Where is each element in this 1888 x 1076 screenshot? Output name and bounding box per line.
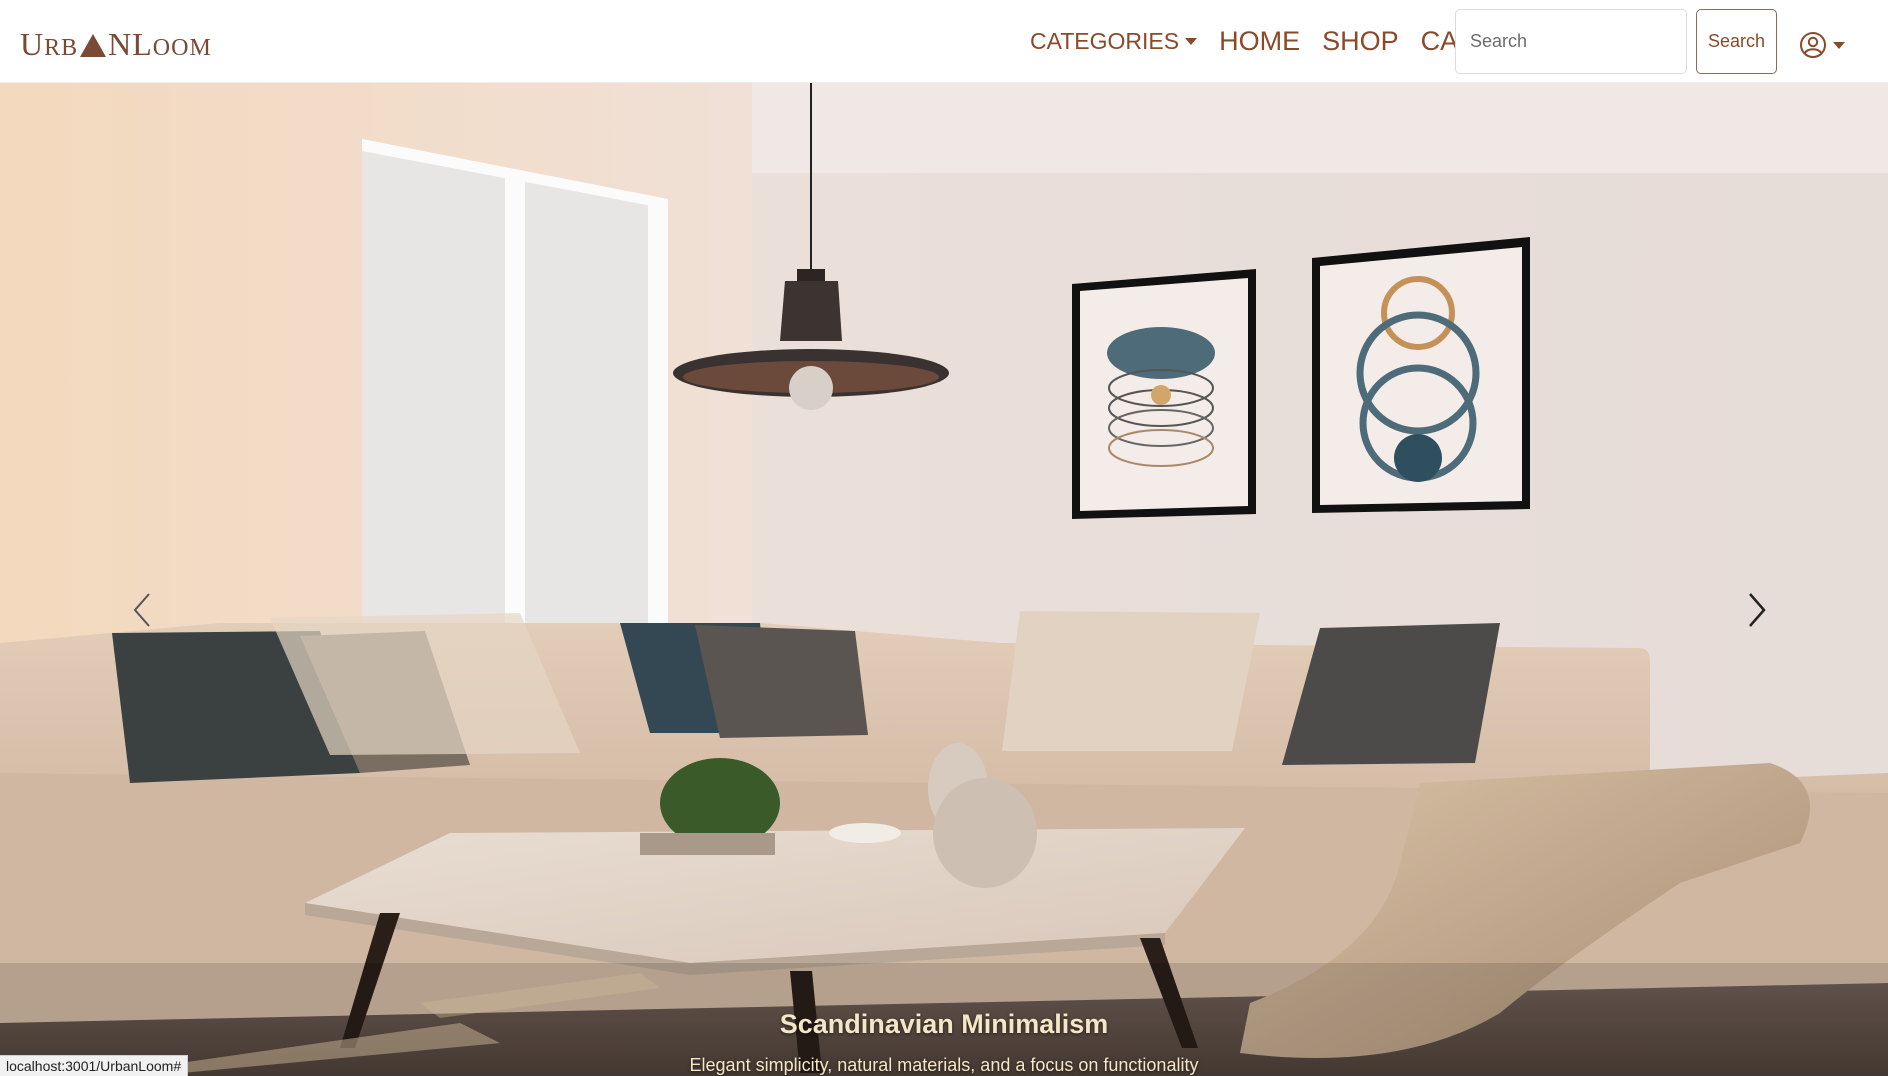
carousel-caption-text: Elegant simplicity, natural materials, a… [689, 1055, 1199, 1075]
main-nav: CATEGORIES HOME SHOP CART [1030, 0, 1494, 83]
carousel-slide-image [0, 83, 1888, 1076]
nav-shop-link[interactable]: SHOP [1322, 26, 1399, 57]
brand-logo[interactable]: U RB N L OOM [20, 26, 212, 63]
brand-letter-l: L [132, 26, 153, 62]
brand-letters-rb: RB [44, 35, 79, 61]
categories-dropdown[interactable]: CATEGORIES [1030, 28, 1198, 55]
search-input[interactable] [1455, 9, 1687, 74]
navbar: URB NLOOM CATEGORIES HOME SHOP CART Searc… [0, 0, 1888, 83]
browser-status-bar-url: localhost:3001/UrbanLoom# [0, 1055, 189, 1076]
caret-down-icon [1185, 38, 1198, 45]
nav-home-link[interactable]: HOME [1219, 26, 1300, 57]
brand-a-triangle-icon [80, 34, 107, 57]
user-caret-down-icon [1833, 41, 1845, 49]
carousel-caption-title: Scandinavian Minimalism [779, 1009, 1109, 1039]
carousel-next-button[interactable] [1737, 580, 1777, 640]
chevron-left-icon [133, 593, 150, 627]
chevron-right-icon [1749, 593, 1766, 627]
hero-carousel: Scandinavian Minimalism Elegant simplici… [0, 83, 1888, 1076]
carousel-prev-button[interactable] [122, 580, 162, 640]
brand-letter-u: U [20, 26, 45, 62]
categories-label: CATEGORIES [1030, 28, 1180, 54]
user-circle-icon [1800, 32, 1826, 58]
search-button[interactable]: Search [1696, 9, 1777, 74]
brand-letters-oom: OOM [152, 35, 212, 61]
brand-letter-n: N [108, 26, 133, 62]
user-menu-dropdown[interactable] [1799, 31, 1845, 59]
